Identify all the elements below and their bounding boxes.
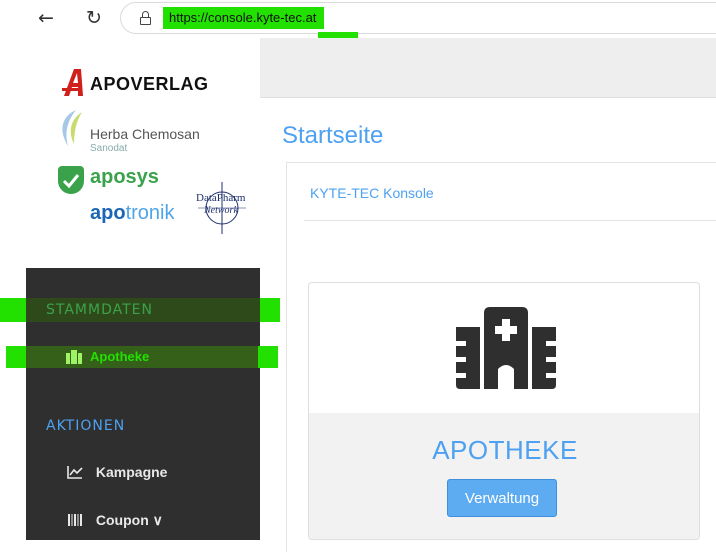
aposys-logo: aposys [58, 166, 168, 198]
barcode-icon [68, 514, 82, 526]
datapharm-line2: Network [204, 205, 238, 216]
back-arrow-icon[interactable]: ← [34, 6, 58, 30]
herba-sub: Sanodat [90, 143, 128, 154]
apotronik-logo: apotronik [90, 202, 174, 225]
sidebar-item-label: Apotheke [90, 349, 150, 364]
lock-icon [139, 11, 152, 25]
sidebar-section-aktionen: AKTIONEN [46, 418, 126, 434]
apotronik-part-a: apo [90, 202, 126, 224]
verwaltung-button[interactable]: Verwaltung [447, 479, 557, 517]
line-chart-icon [67, 466, 83, 479]
sidebar-item-label: Coupon [95, 512, 149, 528]
card-icon-area [309, 283, 699, 413]
aposys-shield-icon [58, 166, 84, 194]
app-topbar [260, 38, 716, 98]
panel-divider [304, 220, 716, 221]
address-bar[interactable]: https://console.kyte-tec.at [120, 2, 716, 34]
browser-toolbar: ← ↻ https://console.kyte-tec.at [0, 0, 716, 38]
reload-icon[interactable]: ↻ [82, 6, 106, 30]
datapharm-logo: DataPharm Network [192, 178, 252, 236]
herba-name: Herba Chemosan [90, 126, 200, 142]
url-text[interactable]: https://console.kyte-tec.at [163, 7, 325, 29]
sidebar-logo-area: APOVERLAG Herba Chemosan Sanodat aposys … [26, 38, 260, 268]
chevron-down-icon: ∨ [152, 512, 163, 528]
page-title: Startseite [282, 122, 384, 149]
apotronik-part-b: tronik [125, 202, 175, 224]
apoverlag-mark-icon [62, 69, 83, 96]
aposys-wordmark: aposys [90, 166, 159, 188]
herba-chemosan-logo: Herba Chemosan Sanodat [56, 108, 226, 154]
hospital-icon [66, 350, 82, 364]
apotheke-card: APOTHEKE Verwaltung [308, 282, 700, 540]
datapharm-line1: DataPharm [196, 192, 246, 204]
apoverlag-wordmark: APOVERLAG [90, 74, 209, 94]
hospital-building-icon [456, 307, 556, 389]
herba-leaf-icon [62, 110, 82, 146]
sidebar-item-apotheke[interactable]: Apotheke [6, 346, 278, 368]
sidebar-nav: STAMMDATEN Apotheke AKTIONEN Kampagne Co… [0, 268, 280, 540]
sidebar-section-stammdaten: STAMMDATEN [46, 302, 153, 318]
sidebar-item-label: Kampagne [95, 464, 168, 480]
card-title: APOTHEKE [432, 435, 578, 465]
sidebar-item-coupon[interactable]: Coupon ∨ [66, 512, 163, 529]
breadcrumb[interactable]: KYTE-TEC Konsole [310, 185, 434, 201]
sidebar-item-kampagne[interactable]: Kampagne [66, 464, 167, 480]
card-footer-area [309, 413, 699, 539]
